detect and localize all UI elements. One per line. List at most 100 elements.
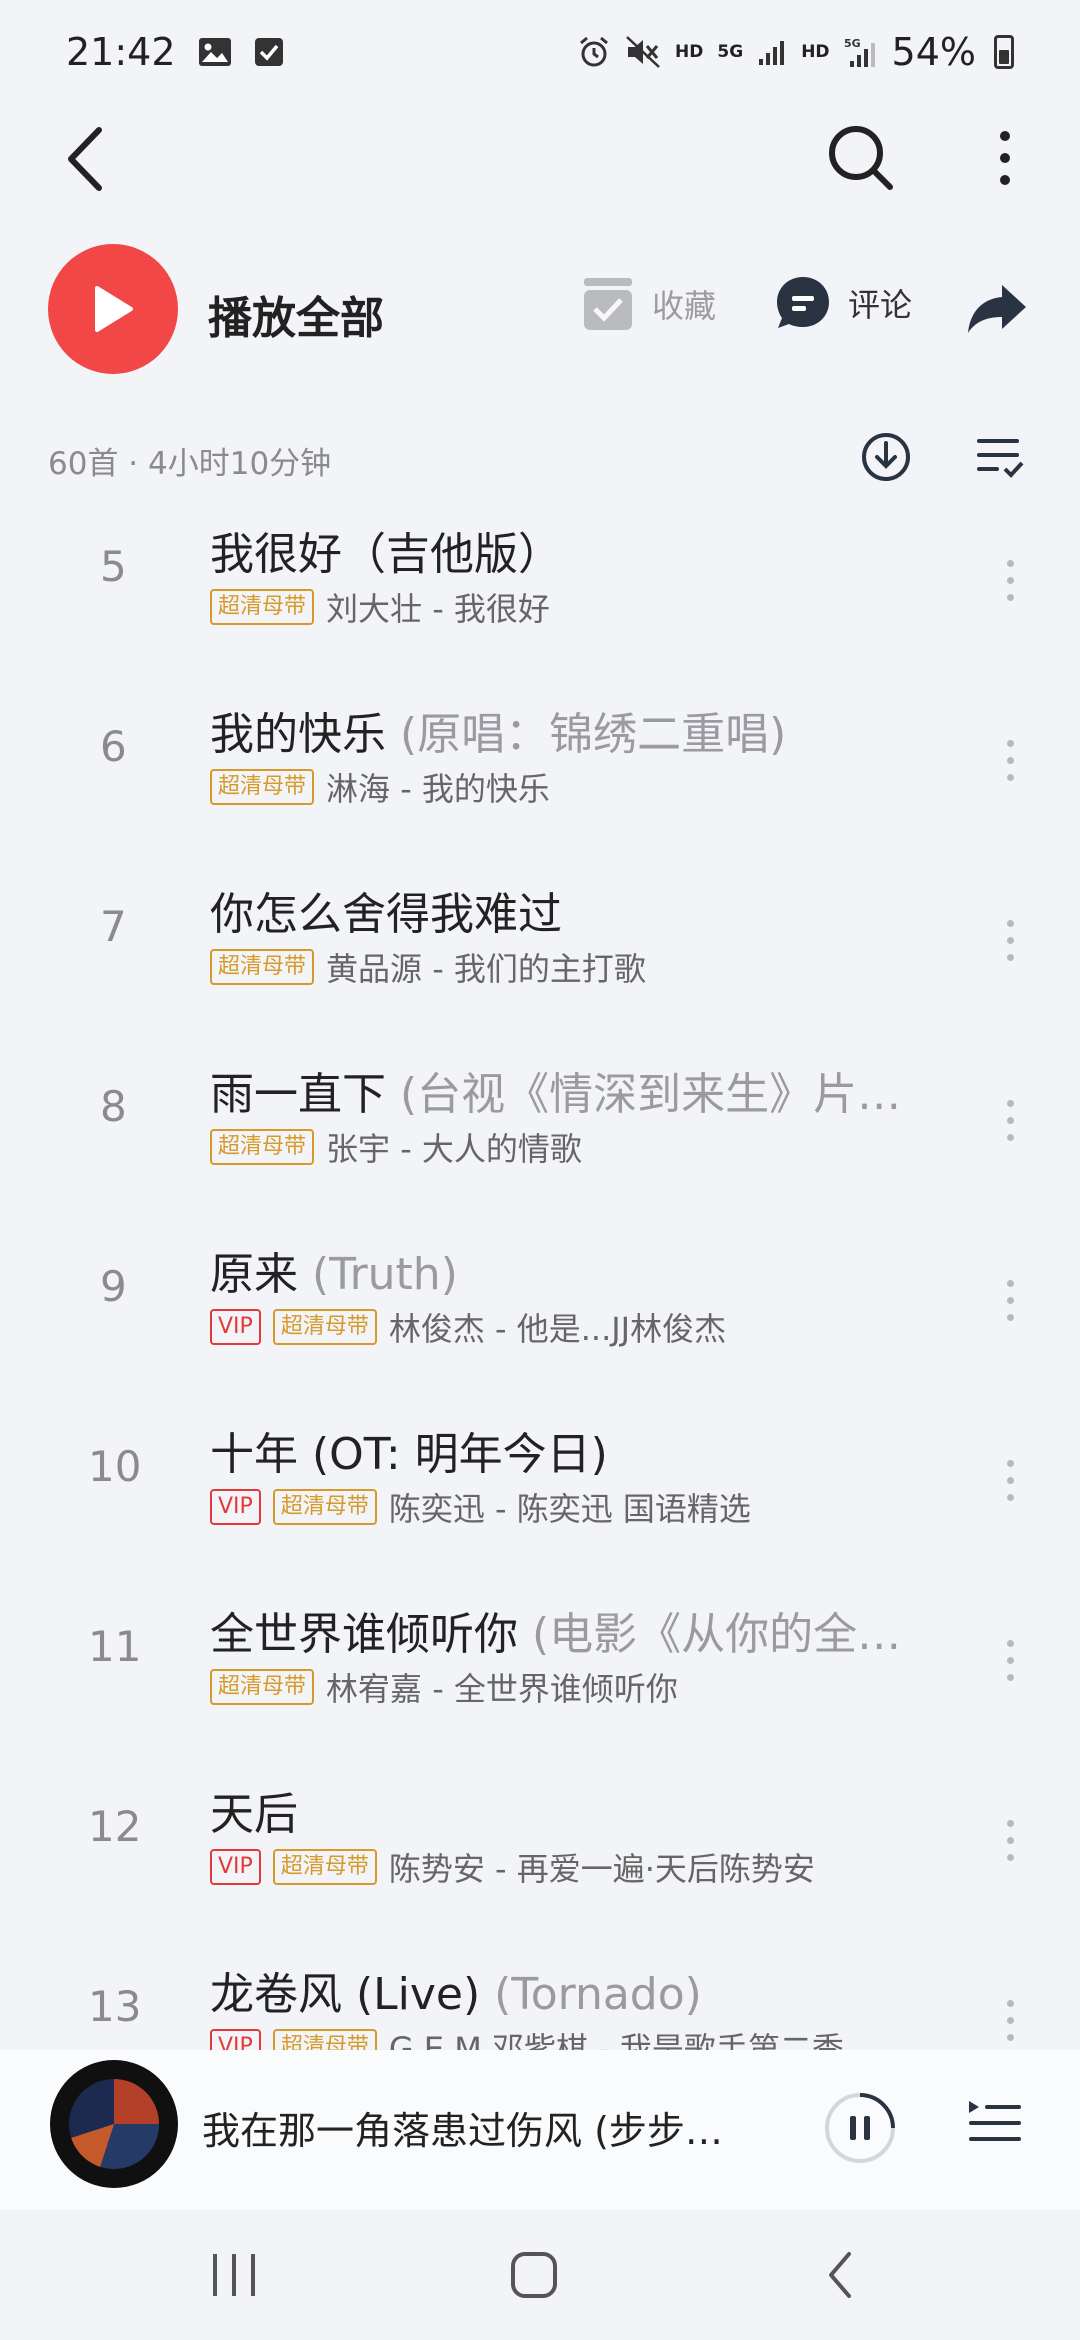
- song-title-main: 原来: [210, 1249, 312, 1300]
- quality-badge: 超清母带: [272, 1849, 377, 1885]
- play-all-button[interactable]: [48, 244, 178, 374]
- song-index: 12: [88, 1802, 142, 1851]
- now-playing-title[interactable]: 我在那一角落患过伤风 (步步…: [202, 2100, 762, 2155]
- song-row[interactable]: 7 你怎么舍得我难过 超清母带 黄品源 - 我们的主打歌: [0, 860, 1080, 1040]
- more-button[interactable]: [980, 108, 1030, 208]
- song-meta: 超清母带 淋海 - 我的快乐: [210, 764, 550, 810]
- song-more-button[interactable]: [990, 1800, 1030, 1880]
- song-artist-album: 陈奕迅 - 陈奕迅 国语精选: [388, 1490, 751, 1528]
- quality-badge: 超清母带: [272, 1309, 377, 1345]
- song-title-main: 天后: [210, 1789, 298, 1840]
- recents-button[interactable]: [174, 2235, 294, 2315]
- song-title-main: 龙卷风 (Live): [210, 1969, 495, 2020]
- playlist-button[interactable]: [960, 2090, 1030, 2160]
- home-button[interactable]: [474, 2235, 594, 2315]
- song-more-button[interactable]: [990, 720, 1030, 800]
- song-title-main: 雨一直下: [210, 1069, 400, 1120]
- more-dot-icon: [1006, 936, 1014, 944]
- hd-icon: HD: [675, 41, 704, 62]
- song-title-alt: (电影《从你的全…: [532, 1609, 902, 1660]
- pause-button[interactable]: [820, 2088, 900, 2168]
- song-more-button[interactable]: [990, 900, 1030, 980]
- song-more-button[interactable]: [990, 1980, 1030, 2050]
- song-index: 11: [88, 1622, 142, 1671]
- more-dot-icon: [1006, 1099, 1014, 1107]
- more-dot-icon: [1006, 1836, 1014, 1844]
- system-back-button[interactable]: [780, 2235, 900, 2315]
- song-index: 8: [100, 1082, 127, 1131]
- vip-badge: VIP: [210, 1489, 261, 1525]
- action-row: 播放全部 收藏 评论: [0, 240, 1080, 380]
- song-row[interactable]: 9 原来 (Truth) VIP 超清母带 林俊杰 - 他是...JJ林俊杰: [0, 1220, 1080, 1400]
- song-more-button[interactable]: [990, 1620, 1030, 1700]
- more-dot-icon: [1006, 1279, 1014, 1287]
- song-row[interactable]: 8 雨一直下 (台视《情深到来生》片… 超清母带 张宇 - 大人的情歌: [0, 1040, 1080, 1220]
- song-index: 10: [88, 1442, 142, 1491]
- battery-percent: 54%: [891, 30, 976, 74]
- playlist-icon: [969, 2101, 1021, 2141]
- song-index: 9: [100, 1262, 127, 1311]
- top-navigation: [0, 104, 1080, 254]
- hd-icon-2: HD: [801, 41, 830, 62]
- quality-badge: 超清母带: [210, 949, 315, 985]
- svg-text:5G: 5G: [844, 37, 861, 50]
- song-title: 你怎么舍得我难过: [210, 878, 930, 942]
- search-button[interactable]: [816, 108, 906, 208]
- download-icon: [862, 433, 910, 481]
- song-title-main: 你怎么舍得我难过: [210, 889, 562, 940]
- collect-button[interactable]: 收藏: [580, 274, 716, 334]
- comment-button[interactable]: 评论: [774, 274, 912, 332]
- more-vertical-icon: [1000, 131, 1010, 185]
- song-row[interactable]: 11 全世界谁倾听你 (电影《从你的全… 超清母带 林宥嘉 - 全世界谁倾听你: [0, 1580, 1080, 1760]
- back-icon: [829, 2252, 851, 2298]
- album-art[interactable]: [50, 2060, 178, 2188]
- back-button[interactable]: [50, 114, 120, 204]
- song-more-button[interactable]: [990, 540, 1030, 620]
- home-icon: [511, 2252, 557, 2298]
- song-row[interactable]: 6 我的快乐 (原唱：锦绣二重唱) 超清母带 淋海 - 我的快乐: [0, 680, 1080, 860]
- share-button[interactable]: [962, 274, 1032, 344]
- status-right: HD 5G HD 5G 54%: [577, 30, 1014, 74]
- 5g-signal-icon: 5G: [844, 35, 878, 69]
- song-index: 7: [100, 902, 127, 951]
- mini-player[interactable]: 我在那一角落患过伤风 (步步…: [0, 2050, 1080, 2210]
- more-dot-icon: [1006, 1476, 1014, 1484]
- song-more-button[interactable]: [990, 1080, 1030, 1160]
- quality-badge: 超清母带: [272, 1489, 377, 1525]
- more-dot-icon: [1006, 1133, 1014, 1141]
- multi-select-button[interactable]: [970, 422, 1030, 492]
- download-button[interactable]: [856, 422, 916, 492]
- song-title-main: 我的快乐: [210, 709, 400, 760]
- song-title: 雨一直下 (台视《情深到来生》片…: [210, 1058, 930, 1122]
- song-artist-album: 张宇 - 大人的情歌: [326, 1130, 582, 1168]
- battery-icon: [994, 35, 1014, 69]
- song-meta: 超清母带 黄品源 - 我们的主打歌: [210, 944, 646, 990]
- more-dot-icon: [1006, 1493, 1014, 1501]
- song-title: 龙卷风 (Live) (Tornado): [210, 1958, 930, 2022]
- comment-icon: [777, 277, 829, 328]
- more-dot-icon: [1006, 1656, 1014, 1664]
- song-row[interactable]: 5 我很好（吉他版） 超清母带 刘大壮 - 我很好: [0, 500, 1080, 680]
- song-artist-album: 刘大壮 - 我很好: [326, 590, 550, 628]
- collect-label: 收藏: [652, 287, 717, 325]
- song-index: 5: [100, 542, 127, 591]
- song-title-alt: (Truth): [312, 1249, 458, 1300]
- song-artist-album: 淋海 - 我的快乐: [326, 770, 550, 808]
- more-dot-icon: [1006, 1853, 1014, 1861]
- more-dot-icon: [1006, 1819, 1014, 1827]
- play-all-label[interactable]: 播放全部: [208, 282, 384, 346]
- play-icon: [95, 286, 133, 332]
- song-more-button[interactable]: [990, 1260, 1030, 1340]
- quality-badge: 超清母带: [210, 1669, 315, 1705]
- more-dot-icon: [1006, 2016, 1014, 2024]
- song-meta: 超清母带 刘大壮 - 我很好: [210, 584, 550, 630]
- quality-badge: 超清母带: [210, 1129, 315, 1165]
- song-row[interactable]: 13 龙卷风 (Live) (Tornado) VIP 超清母带 G.E.M.邓紫棋 -…: [0, 1940, 1080, 2050]
- song-more-button[interactable]: [990, 1440, 1030, 1520]
- more-dot-icon: [1006, 593, 1014, 601]
- song-row[interactable]: 10 十年 (OT: 明年今日) VIP 超清母带 陈奕迅 - 陈奕迅 国语精选: [0, 1400, 1080, 1580]
- vip-badge: VIP: [210, 2029, 261, 2050]
- song-row[interactable]: 12 天后 VIP 超清母带 陈势安 - 再爱一遍·天后陈势安: [0, 1760, 1080, 1940]
- more-dot-icon: [1006, 1116, 1014, 1124]
- back-arrow-icon: [68, 127, 102, 191]
